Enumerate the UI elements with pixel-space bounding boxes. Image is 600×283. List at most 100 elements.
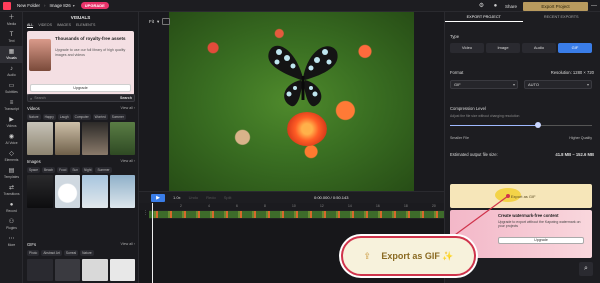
image-thumb[interactable] xyxy=(54,175,80,208)
type-label: Type xyxy=(450,34,460,39)
upgrade-badge[interactable]: UPGRADE xyxy=(80,2,109,9)
image-filter-chip[interactable]: Sun xyxy=(70,167,81,173)
sidebar-item-more[interactable]: ⋯ More xyxy=(0,233,23,250)
breadcrumb-folder[interactable]: New Folder xyxy=(17,3,40,8)
image-filter-chip[interactable]: Space xyxy=(27,167,41,173)
sidebar-item-videos[interactable]: ▶ Videos xyxy=(0,114,23,131)
image-filter-chip[interactable]: Food xyxy=(57,167,69,173)
video-track-clip[interactable] xyxy=(149,210,444,219)
gif-filter-chip[interactable]: Nature xyxy=(80,250,94,256)
video-filter-chip[interactable]: Worried xyxy=(92,114,108,120)
videos-view-all[interactable]: View all › xyxy=(120,106,135,111)
wm-title: Create watermark-free content xyxy=(498,213,559,218)
type-image[interactable]: Image xyxy=(486,43,520,53)
image-chips: Space Beach Food Sun Night Summer xyxy=(27,167,135,173)
zoom-search-icon[interactable]: ⌕ xyxy=(579,262,593,276)
promo-subtitle: Upgrade to use our full library of high … xyxy=(55,48,126,57)
sidebar-item-ai-voice[interactable]: ◉ AI Voice xyxy=(0,131,23,148)
type-gif[interactable]: GIF xyxy=(558,43,592,53)
sidebar-item-elements[interactable]: ◇ Elements xyxy=(0,148,23,165)
slider-knob[interactable] xyxy=(535,122,542,128)
search-button[interactable]: Search xyxy=(120,96,132,100)
canvas-preview[interactable]: Fit ▾ xyxy=(139,12,444,191)
gif-thumb[interactable] xyxy=(27,259,53,281)
compression-slider[interactable] xyxy=(450,122,592,128)
video-filter-chip[interactable]: Happy xyxy=(42,114,56,120)
chevron-down-icon[interactable]: ▾ xyxy=(73,3,75,8)
aspect-ratio-icon[interactable] xyxy=(162,18,171,25)
image-filter-chip[interactable]: Beach xyxy=(42,167,56,173)
butterfly-photo[interactable] xyxy=(169,12,414,191)
settings-gear-icon[interactable]: ⚙ xyxy=(477,2,486,11)
image-thumb[interactable] xyxy=(82,175,108,208)
type-video[interactable]: Video xyxy=(450,43,484,53)
kapwing-logo[interactable] xyxy=(3,1,11,10)
playhead[interactable] xyxy=(152,203,153,283)
share-button[interactable]: Share xyxy=(505,4,517,9)
gif-filter-chip[interactable]: Abstract Art xyxy=(41,250,62,256)
sidebar-item-visuals[interactable]: ▦ Visuals xyxy=(0,46,23,63)
tab-videos[interactable]: VIDEOS xyxy=(38,23,52,28)
image-filter-chip[interactable]: Night xyxy=(82,167,94,173)
export-as-gif-button[interactable]: ⇪ Export as GIF xyxy=(450,184,592,208)
text-icon: T xyxy=(9,32,14,38)
track-handle-icon[interactable]: ⋮ xyxy=(143,210,148,219)
gif-filter-chip[interactable]: Surreal xyxy=(63,250,79,256)
sidebar-item-label: More xyxy=(7,243,16,247)
image-thumb[interactable] xyxy=(27,175,53,208)
sidebar-item-templates[interactable]: ▤ Templates xyxy=(0,165,23,182)
gifs-view-all[interactable]: View all › xyxy=(120,242,135,247)
gif-filter-chip[interactable]: Photo xyxy=(27,250,40,256)
resolution-select[interactable]: AUTO ▾ xyxy=(524,80,592,89)
sidebar-item-text[interactable]: T Text xyxy=(0,29,23,46)
format-value: GIF xyxy=(454,82,461,87)
play-button[interactable]: ▶ xyxy=(151,193,165,202)
sidebar-item-audio[interactable]: ♪ Audio xyxy=(0,63,23,80)
format-select[interactable]: GIF ▾ xyxy=(450,80,518,89)
video-filter-chip[interactable]: Nature xyxy=(27,114,41,120)
sidebar-item-record[interactable]: ● Record xyxy=(0,199,23,216)
sidebar-item-transitions[interactable]: ⇄ Transitions xyxy=(0,182,23,199)
avatar[interactable]: ● xyxy=(491,2,500,11)
gif-thumb[interactable] xyxy=(82,259,108,281)
gif-thumb[interactable] xyxy=(54,259,80,281)
export-project-button[interactable]: Export Project xyxy=(523,1,588,11)
sidebar-item-subtitles[interactable]: ▭ Subtitles xyxy=(0,80,23,97)
video-thumb[interactable] xyxy=(54,122,80,155)
video-filter-chip[interactable]: Computer xyxy=(72,114,91,120)
collapse-icon[interactable]: — xyxy=(590,2,598,11)
tab-all[interactable]: ALL xyxy=(27,23,34,28)
sidebar-item-media[interactable]: ＋ Media xyxy=(0,12,23,29)
video-thumb[interactable] xyxy=(27,122,53,155)
tab-elements[interactable]: ELEMENTS xyxy=(76,23,95,28)
wm-upgrade-button[interactable]: Upgrade xyxy=(498,237,584,244)
tab-images[interactable]: IMAGES xyxy=(57,23,71,28)
type-audio[interactable]: Audio xyxy=(522,43,556,53)
playback-speed[interactable]: 1.0x xyxy=(173,195,181,200)
tab-recent-exports[interactable]: RECENT EXPORTS xyxy=(523,12,600,22)
tab-export-project[interactable]: EXPORT PROJECT xyxy=(445,12,523,22)
videos-icon: ▶ xyxy=(9,117,14,123)
fit-dropdown[interactable]: Fit ▾ xyxy=(149,18,171,25)
sidebar-item-transcript[interactable]: ≡ Transcript xyxy=(0,97,23,114)
gif-thumb[interactable] xyxy=(109,259,135,281)
butterfly-graphic xyxy=(268,45,338,107)
video-thumb[interactable] xyxy=(82,122,108,155)
visuals-search-input[interactable]: ⌕ Search Search xyxy=(27,94,135,102)
video-filter-chip[interactable]: Summer xyxy=(109,114,126,120)
sidebar-item-label: Videos xyxy=(6,124,17,128)
sidebar-item-plugins[interactable]: ⚇ Plugins xyxy=(0,216,23,233)
project-title[interactable]: Image 826 xyxy=(50,3,71,8)
promo-upgrade-button[interactable]: Upgrade xyxy=(30,84,131,92)
images-view-all[interactable]: View all › xyxy=(120,159,135,164)
image-filter-chip[interactable]: Summer xyxy=(95,167,112,173)
sidebar-item-label: Media xyxy=(7,22,16,26)
undo-button[interactable]: Undo xyxy=(189,195,199,200)
video-thumb[interactable] xyxy=(109,122,135,155)
redo-button[interactable]: Redo xyxy=(206,195,216,200)
flower-cluster xyxy=(287,112,327,146)
timeline-ruler[interactable]: 246810121416182022 xyxy=(139,203,464,210)
image-thumb[interactable] xyxy=(109,175,135,208)
split-button[interactable]: Split xyxy=(224,195,232,200)
video-filter-chip[interactable]: Laugh xyxy=(57,114,71,120)
